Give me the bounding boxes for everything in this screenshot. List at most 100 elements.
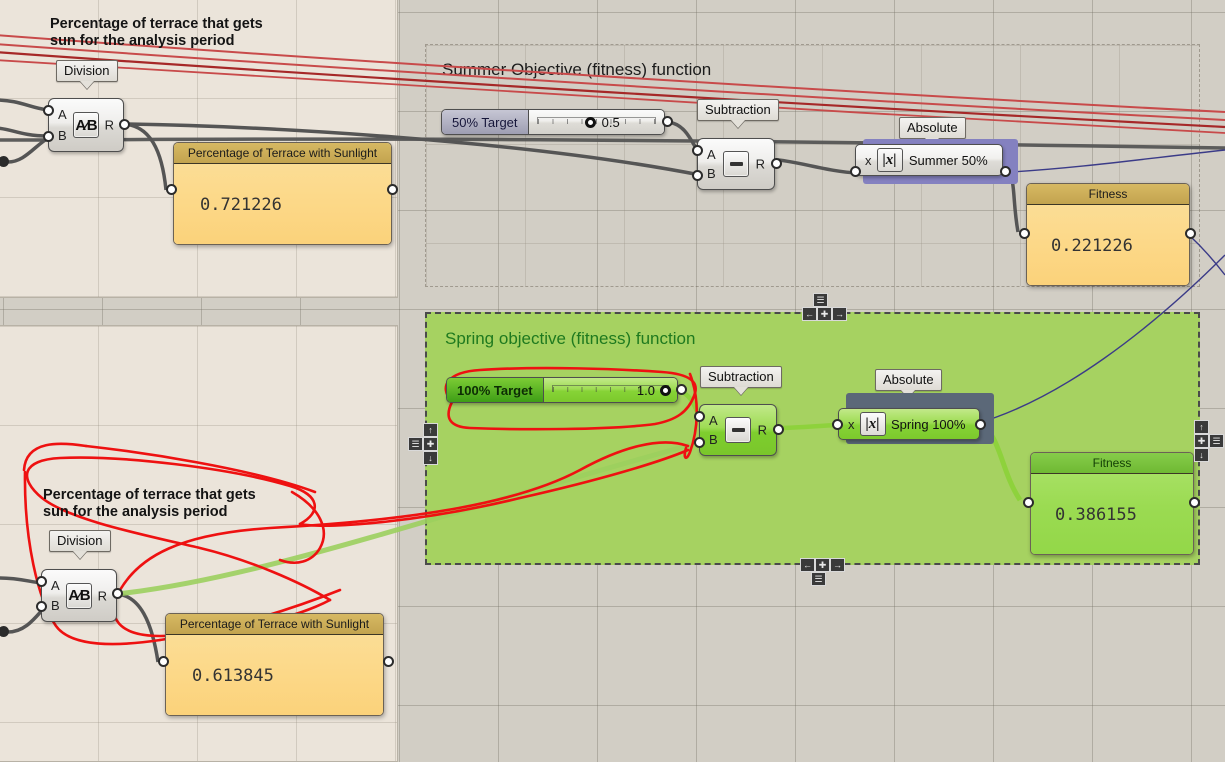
slider-spring-track[interactable]: 1.0 (544, 378, 677, 402)
absolute-summer-input-port[interactable] (850, 166, 861, 177)
division-icon: A⁄B (66, 583, 92, 609)
port-label-r: R (756, 157, 765, 172)
port-label-b: B (51, 598, 60, 613)
slider-summer-target[interactable]: 50% Target 0.5 (441, 109, 665, 135)
slider-summer-ticks (537, 117, 656, 124)
slider-spring-value: 1.0 (637, 383, 655, 398)
division-icon: A⁄B (73, 112, 99, 138)
group-handle-move-icon[interactable]: ✚ (1194, 434, 1209, 448)
absolute-spring-tag: Absolute (875, 369, 942, 391)
subtraction-summer-output-port[interactable] (771, 158, 782, 169)
group-handle-down-icon[interactable]: ↓ (423, 451, 438, 465)
absolute-summer-tag: Absolute (899, 117, 966, 139)
port-label-b: B (58, 128, 67, 143)
panel-fitness-summer[interactable]: Fitness 0.221226 (1026, 183, 1190, 286)
panel-fitness-summer-input-port[interactable] (1019, 228, 1030, 239)
subtraction-summer-input-a-port[interactable] (692, 145, 703, 156)
division-bottom-input-b-port[interactable] (36, 601, 47, 612)
group-handle-move-icon[interactable]: ✚ (817, 307, 832, 321)
group-handle-right-icon[interactable]: → (830, 558, 845, 572)
division-top-component[interactable]: A B R A⁄B (48, 98, 124, 152)
panel-terrace-bottom-input-port[interactable] (158, 656, 169, 667)
minus-icon (723, 151, 749, 177)
panel-title: Fitness (1031, 453, 1193, 474)
port-label-x: x (848, 417, 855, 432)
group-handle-left-icon[interactable]: ← (802, 307, 817, 321)
division-bottom-input-a-port[interactable] (36, 576, 47, 587)
subtraction-spring-component[interactable]: A B R (699, 404, 777, 456)
absolute-spring-output-port[interactable] (975, 419, 986, 430)
absolute-spring-nickname: Spring 100% (886, 417, 980, 432)
slider-spring-name: 100% Target (447, 378, 544, 402)
absolute-summer-output-port[interactable] (1000, 166, 1011, 177)
group-handle-left-icon[interactable]: ← (800, 558, 815, 572)
spring-group-title: Spring objective (fitness) function (445, 329, 695, 349)
subtraction-summer-component[interactable]: A B R (697, 138, 775, 190)
absolute-value-icon: |x| (860, 412, 886, 436)
group-handle-menu-icon[interactable]: ☰ (408, 437, 423, 451)
division-bottom-output-port[interactable] (112, 588, 123, 599)
division-top-input-a-port[interactable] (43, 105, 54, 116)
panel-terrace-top-input-port[interactable] (166, 184, 177, 195)
panel-fitness-spring-output-port[interactable] (1189, 497, 1200, 508)
group-handle-move-icon[interactable]: ✚ (815, 558, 830, 572)
group-handle-up-icon[interactable]: ↑ (1194, 420, 1209, 434)
group-handle-menu-icon[interactable]: ☰ (811, 572, 826, 586)
group-handle-menu-icon[interactable]: ☰ (813, 293, 828, 307)
panel-terrace-bottom-output-port[interactable] (383, 656, 394, 667)
port-label-a: A (709, 413, 718, 428)
slider-spring-target[interactable]: 100% Target 1.0 (446, 377, 678, 403)
group-handle-menu-icon[interactable]: ☰ (1209, 434, 1224, 448)
panel-terrace-sunlight-bottom[interactable]: Percentage of Terrace with Sunlight 0.61… (165, 613, 384, 716)
port-label-r: R (758, 423, 767, 438)
port-label-r: R (105, 118, 114, 133)
panel-fitness-spring-input-port[interactable] (1023, 497, 1034, 508)
port-label-a: A (51, 578, 60, 593)
division-top-input-b-port[interactable] (43, 131, 54, 142)
port-label-x: x (865, 153, 872, 168)
group-handle-move-icon[interactable]: ✚ (423, 437, 438, 451)
minus-icon (725, 417, 751, 443)
slider-summer-track[interactable]: 0.5 (529, 110, 664, 134)
summer-group-title: Summer Objective (fitness) function (442, 60, 711, 80)
subtraction-summer-tag: Subtraction (697, 99, 779, 121)
panel-title: Percentage of Terrace with Sunlight (174, 143, 391, 164)
absolute-spring-input-port[interactable] (832, 419, 843, 430)
port-label-b: B (709, 432, 718, 447)
note-top: Percentage of terrace that gets sun for … (50, 16, 263, 50)
division-top-tag: Division (56, 60, 118, 82)
slider-summer-knob[interactable] (585, 117, 596, 128)
panel-terrace-sunlight-top[interactable]: Percentage of Terrace with Sunlight 0.72… (173, 142, 392, 245)
group-handle-down-icon[interactable]: ↓ (1194, 448, 1209, 462)
panel-fitness-spring[interactable]: Fitness 0.386155 (1030, 452, 1194, 555)
grasshopper-canvas[interactable]: Summer Objective (fitness) function Spri… (0, 0, 1225, 762)
absolute-value-icon: |x| (877, 148, 903, 172)
panel-value: 0.721226 (174, 164, 391, 245)
slider-summer-output-port[interactable] (662, 116, 673, 127)
panel-title: Percentage of Terrace with Sunlight (166, 614, 383, 635)
port-label-a: A (707, 147, 716, 162)
slider-summer-value: 0.5 (602, 115, 620, 130)
group-handle-right-icon[interactable]: → (832, 307, 847, 321)
panel-value: 0.386155 (1031, 474, 1193, 555)
slider-spring-knob[interactable] (660, 385, 671, 396)
panel-fitness-summer-output-port[interactable] (1185, 228, 1196, 239)
absolute-spring-component[interactable]: x |x| Spring 100% (838, 408, 980, 440)
panel-value: 0.613845 (166, 635, 383, 716)
subtraction-spring-output-port[interactable] (773, 424, 784, 435)
note-bottom: Percentage of terrace that gets sun for … (43, 487, 256, 521)
subtraction-summer-input-b-port[interactable] (692, 170, 703, 181)
panel-title: Fitness (1027, 184, 1189, 205)
absolute-summer-nickname: Summer 50% (903, 153, 1003, 168)
subtraction-spring-input-a-port[interactable] (694, 411, 705, 422)
group-handle-up-icon[interactable]: ↑ (423, 423, 438, 437)
port-label-b: B (707, 166, 716, 181)
slider-spring-output-port[interactable] (676, 384, 687, 395)
absolute-summer-component[interactable]: x |x| Summer 50% (855, 144, 1003, 176)
port-label-r: R (98, 588, 107, 603)
division-top-output-port[interactable] (119, 119, 130, 130)
panel-terrace-top-output-port[interactable] (387, 184, 398, 195)
port-label-a: A (58, 107, 67, 122)
division-bottom-component[interactable]: A B R A⁄B (41, 569, 117, 622)
subtraction-spring-input-b-port[interactable] (694, 437, 705, 448)
